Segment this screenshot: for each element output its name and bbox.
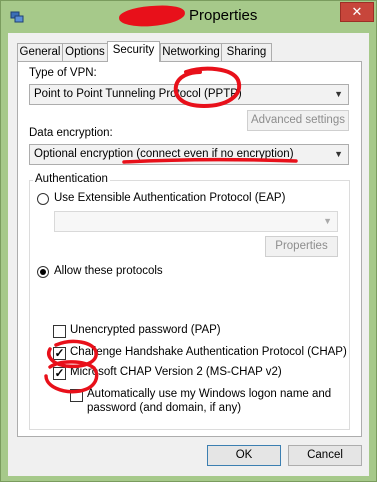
dialog-client: General Options Security Networking Shar…: [8, 33, 369, 476]
network-connection-icon: [10, 11, 24, 23]
tab-security[interactable]: Security: [107, 41, 160, 62]
data-encryption-label: Data encryption:: [29, 127, 113, 139]
vpn-type-label: Type of VPN:: [29, 67, 97, 79]
window-title: Properties: [189, 7, 258, 24]
data-encryption-select[interactable]: Optional encryption (connect even if no …: [29, 144, 349, 165]
data-encryption-value: Optional encryption (connect even if no …: [34, 148, 294, 160]
radio-selected-dot: [40, 269, 46, 275]
mschap-v2-checkbox[interactable]: ✓: [53, 367, 66, 380]
allow-protocols-label[interactable]: Allow these protocols: [54, 265, 163, 277]
pap-checkbox[interactable]: [53, 325, 66, 338]
auto-logon-label-line1[interactable]: Automatically use my Windows logon name …: [87, 388, 331, 400]
allow-protocols-radio[interactable]: [37, 266, 49, 278]
security-panel: Type of VPN: Point to Point Tunneling Pr…: [17, 61, 362, 437]
redaction-scribble: [118, 3, 186, 29]
auto-logon-checkbox[interactable]: [70, 389, 83, 402]
eap-method-select[interactable]: ▼: [54, 211, 338, 232]
eap-properties-button[interactable]: Properties: [265, 236, 338, 257]
chap-checkbox[interactable]: ✓: [53, 347, 66, 360]
cancel-button[interactable]: Cancel: [288, 445, 362, 466]
tab-sharing[interactable]: Sharing: [221, 43, 272, 61]
chevron-down-icon: ▼: [323, 216, 332, 226]
properties-dialog: Properties ✕ General Options Security Ne…: [0, 0, 377, 482]
chap-label[interactable]: Challenge Handshake Authentication Proto…: [70, 346, 347, 358]
vpn-type-select[interactable]: Point to Point Tunneling Protocol (PPTP)…: [29, 84, 349, 105]
tab-networking[interactable]: Networking: [160, 43, 222, 61]
advanced-settings-button[interactable]: Advanced settings: [247, 110, 349, 131]
pap-label[interactable]: Unencrypted password (PAP): [70, 324, 221, 336]
eap-label[interactable]: Use Extensible Authentication Protocol (…: [54, 192, 285, 204]
chevron-down-icon: ▼: [334, 149, 343, 159]
auto-logon-label-line2[interactable]: password (and domain, if any): [87, 402, 241, 414]
vpn-type-value: Point to Point Tunneling Protocol (PPTP): [34, 88, 242, 100]
eap-radio[interactable]: [37, 193, 49, 205]
ok-button[interactable]: OK: [207, 445, 281, 466]
close-button[interactable]: ✕: [340, 2, 374, 22]
mschap-v2-label[interactable]: Microsoft CHAP Version 2 (MS-CHAP v2): [70, 366, 282, 378]
chevron-down-icon: ▼: [334, 89, 343, 99]
authentication-group-title: Authentication: [33, 173, 110, 185]
title-bar[interactable]: Properties ✕: [1, 1, 376, 33]
tab-general[interactable]: General: [17, 43, 63, 61]
tab-options[interactable]: Options: [62, 43, 108, 61]
